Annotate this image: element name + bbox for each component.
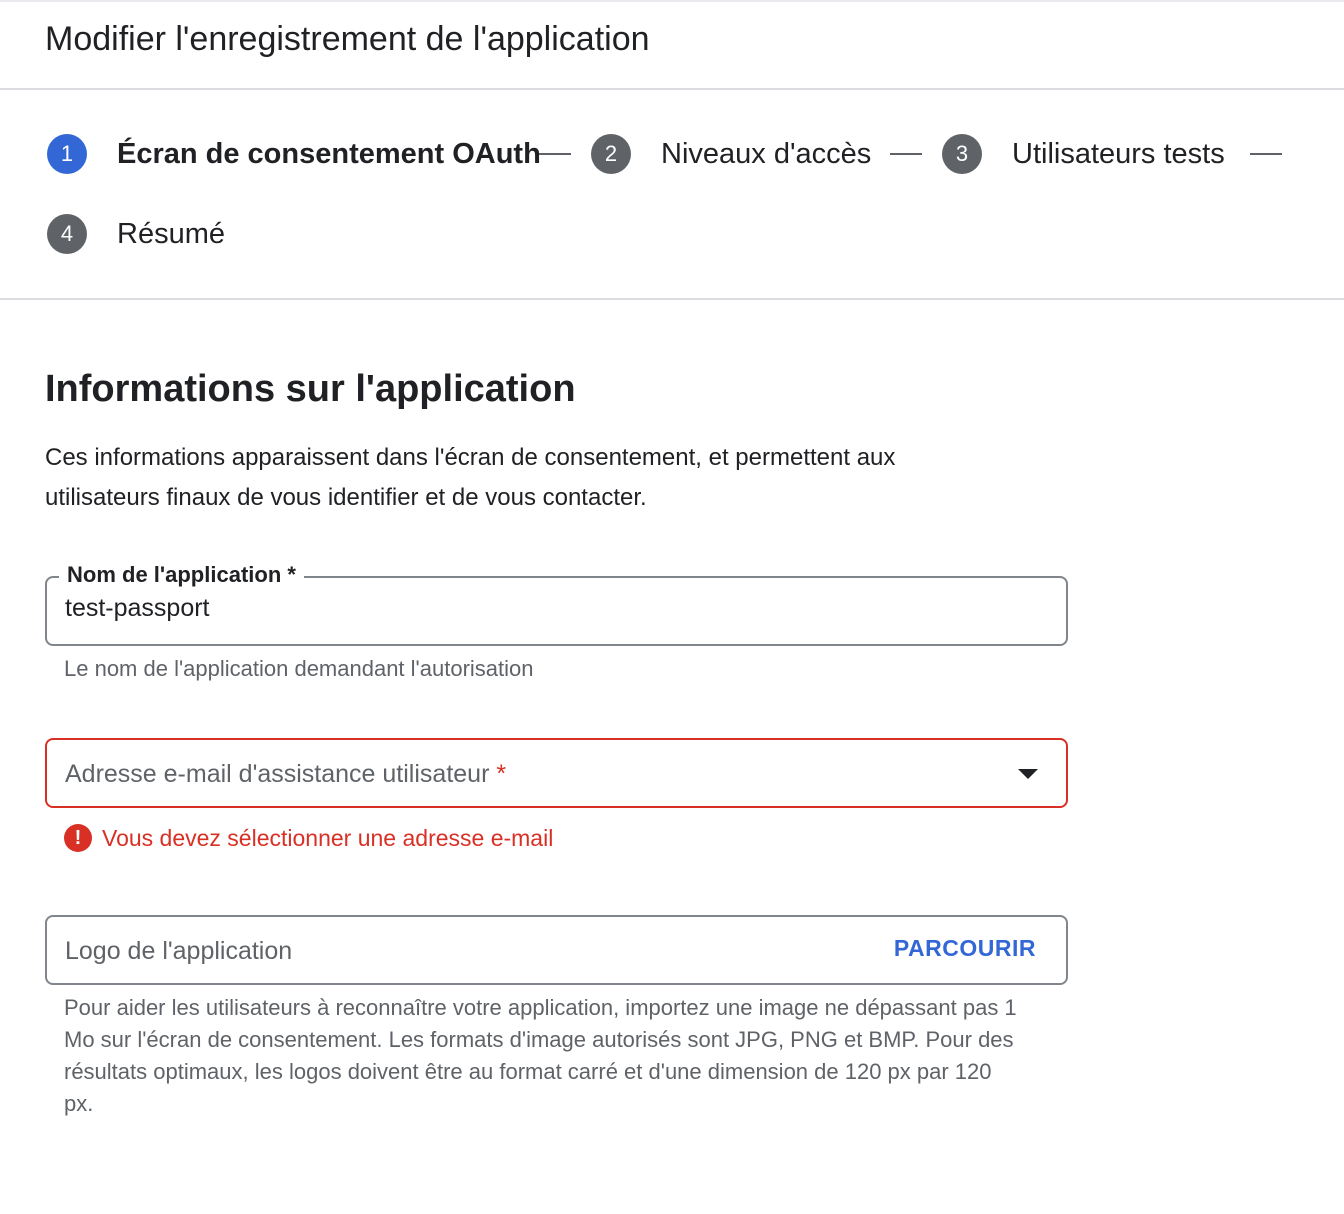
app-name-input[interactable] xyxy=(65,594,965,623)
section-description: Ces informations apparaissent dans l'écr… xyxy=(45,444,896,511)
page-title: Modifier l'enregistrement de l'applicati… xyxy=(45,20,650,58)
error-message: Vous devez sélectionner une adresse e-ma… xyxy=(102,824,554,851)
step-number-1: 1 xyxy=(47,134,87,174)
step-access-levels[interactable]: 2 Niveaux d'accès xyxy=(591,133,871,175)
app-name-label: Nom de l'application * xyxy=(59,562,304,588)
step-connector xyxy=(890,153,922,155)
step-label-oauth-consent: Écran de consentement OAuth xyxy=(117,137,541,170)
app-name-hint: Le nom de l'application demandant l'auto… xyxy=(64,656,534,681)
step-number-4: 4 xyxy=(47,214,87,254)
dropdown-arrow-icon[interactable] xyxy=(1018,769,1038,779)
step-label-access-levels: Niveaux d'accès xyxy=(661,137,872,170)
support-email-error: ! Vous devez sélectionner une adresse e-… xyxy=(64,824,553,852)
section-title: Informations sur l'application xyxy=(45,368,576,410)
stepper: 1 Écran de consentement OAuth 2 Niveaux … xyxy=(0,90,1344,300)
step-number-2: 2 xyxy=(591,134,631,174)
step-connector xyxy=(539,153,571,155)
app-name-field[interactable]: Nom de l'application * xyxy=(45,562,1068,646)
step-test-users[interactable]: 3 Utilisateurs tests xyxy=(942,133,1225,175)
step-label-summary: Résumé xyxy=(117,217,225,250)
step-connector xyxy=(1250,153,1282,155)
step-label-test-users: Utilisateurs tests xyxy=(1012,137,1225,170)
support-email-select[interactable]: Adresse e-mail d'assistance utilisateur … xyxy=(45,738,1068,808)
step-number-3: 3 xyxy=(942,134,982,174)
step-summary[interactable]: 4 Résumé xyxy=(47,213,225,255)
page-header: Modifier l'enregistrement de l'applicati… xyxy=(0,0,1344,90)
logo-upload-field[interactable]: Logo de l'application PARCOURIR xyxy=(45,915,1068,985)
step-oauth-consent[interactable]: 1 Écran de consentement OAuth xyxy=(47,133,541,175)
logo-hint: Pour aider les utilisateurs à reconnaîtr… xyxy=(64,995,1017,1116)
support-email-placeholder: Adresse e-mail d'assistance utilisateur xyxy=(65,760,490,788)
support-email-placeholder-row: Adresse e-mail d'assistance utilisateur … xyxy=(65,760,506,789)
required-asterisk: * xyxy=(496,760,507,788)
logo-placeholder: Logo de l'application xyxy=(65,937,293,965)
error-icon: ! xyxy=(64,824,92,852)
browse-button[interactable]: PARCOURIR xyxy=(894,935,1036,962)
